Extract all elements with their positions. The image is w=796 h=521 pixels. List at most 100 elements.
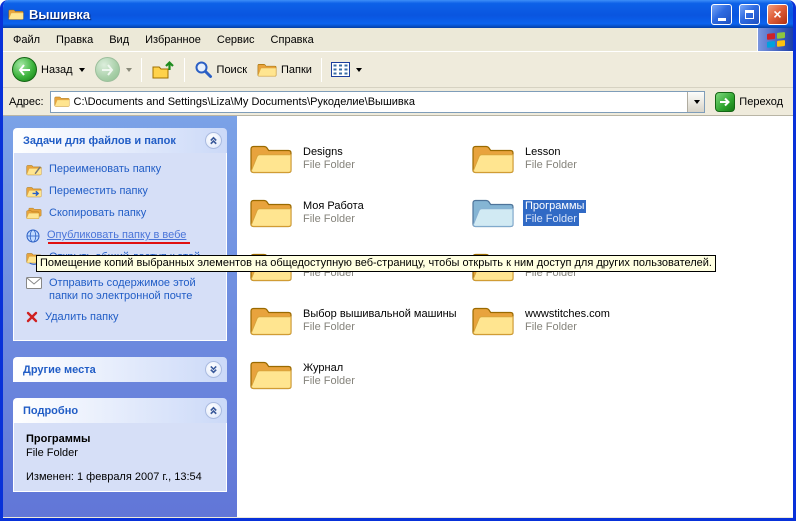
file-tasks-title: Задачи для файлов и папок <box>23 135 205 147</box>
address-dropdown-icon <box>694 100 700 104</box>
file-type: File Folder <box>301 159 357 172</box>
task-label: Переместить папку <box>49 185 148 198</box>
file-list-area: Designs File Folder Lesson File Folder <box>237 116 793 517</box>
window-title: Вышивка <box>29 7 704 22</box>
go-icon <box>715 92 735 112</box>
menu-item-view[interactable]: Вид <box>101 31 137 49</box>
go-button[interactable]: Переход <box>711 90 787 114</box>
details-header[interactable]: Подробно <box>13 398 227 423</box>
file-tile[interactable]: wwwstitches.com File Folder <box>471 294 693 348</box>
expand-button[interactable] <box>205 361 222 378</box>
file-tile[interactable]: Lesson File Folder <box>471 132 693 186</box>
folders-button[interactable]: Папки <box>252 59 317 81</box>
file-type: File Folder <box>523 321 579 334</box>
windows-flag-icon <box>766 32 786 48</box>
file-name: Designs <box>301 146 345 159</box>
toolbar-separator <box>184 58 185 82</box>
folder-icon <box>471 304 515 338</box>
folder-icon <box>249 358 293 392</box>
task-label: Опубликовать папку в вебе <box>47 229 186 242</box>
maximize-icon <box>745 10 754 19</box>
menu-item-favorites[interactable]: Избранное <box>137 31 209 49</box>
menu-item-help[interactable]: Справка <box>263 31 322 49</box>
toolbar-separator <box>321 58 322 82</box>
folders-icon <box>257 62 277 78</box>
collapse-button[interactable] <box>205 402 222 419</box>
folder-icon <box>249 196 293 230</box>
copy-folder-icon <box>26 207 42 221</box>
up-button[interactable] <box>146 56 180 84</box>
details-title: Подробно <box>23 405 205 417</box>
close-button[interactable]: × <box>767 4 788 25</box>
menu-item-edit[interactable]: Правка <box>48 31 101 49</box>
task-label: Отправить содержимое этой папки по элект… <box>49 277 201 303</box>
details-body: Программы File Folder Изменен: 1 февраля… <box>13 423 227 492</box>
up-folder-icon <box>151 59 175 81</box>
views-button[interactable] <box>326 59 367 80</box>
other-places-panel: Другие места <box>13 357 227 382</box>
titlebar[interactable]: Вышивка × <box>3 0 793 28</box>
collapse-button[interactable] <box>205 132 222 149</box>
file-type: File Folder <box>301 375 357 388</box>
back-icon <box>12 57 37 82</box>
file-name: Lesson <box>523 146 562 159</box>
views-icon <box>331 62 350 77</box>
file-tile-selected[interactable]: Программы File Folder <box>471 186 693 240</box>
forward-button[interactable] <box>90 54 137 85</box>
file-tasks-panel: Задачи для файлов и папок Переименовать … <box>13 128 227 341</box>
back-dropdown-icon <box>79 68 85 72</box>
file-tile-text: Моя Работа File Folder <box>301 200 366 226</box>
maximize-button[interactable] <box>739 4 760 25</box>
task-delete-folder[interactable]: Удалить папку <box>26 311 220 324</box>
task-email-folder[interactable]: Отправить содержимое этой папки по элект… <box>26 277 220 303</box>
back-button[interactable]: Назад <box>7 54 90 85</box>
task-pane: Задачи для файлов и папок Переименовать … <box>3 116 237 517</box>
file-tile[interactable]: Designs File Folder <box>249 132 471 186</box>
task-rename-folder[interactable]: Переименовать папку <box>26 163 220 177</box>
address-combo[interactable] <box>50 91 706 113</box>
file-name: Моя Работа <box>301 200 366 213</box>
file-type: File Folder <box>301 213 357 226</box>
folder-icon <box>249 142 293 176</box>
file-tasks-header[interactable]: Задачи для файлов и папок <box>13 128 227 153</box>
address-input[interactable] <box>74 96 684 108</box>
explorer-window: Вышивка × Файл Правка Вид Избранное Серв… <box>0 0 796 521</box>
search-button[interactable]: Поиск <box>189 57 252 82</box>
minimize-button[interactable] <box>711 4 732 25</box>
menu-item-tools[interactable]: Сервис <box>209 31 263 49</box>
windows-logo <box>757 28 793 51</box>
views-dropdown-icon <box>356 68 362 72</box>
email-folder-icon <box>26 277 42 289</box>
details-panel: Подробно Программы File Folder Изменен: … <box>13 398 227 492</box>
file-name: Журнал <box>301 362 345 375</box>
task-move-folder[interactable]: Переместить папку <box>26 185 220 199</box>
chevron-up-icon <box>209 406 218 415</box>
go-label: Переход <box>739 96 783 108</box>
other-places-title: Другие места <box>23 364 205 376</box>
task-publish-folder[interactable]: Опубликовать папку в вебе <box>26 229 220 243</box>
chevron-down-icon <box>209 365 218 374</box>
chevron-up-icon <box>209 136 218 145</box>
tooltip: Помещение копий выбранных элементов на о… <box>36 255 716 272</box>
file-tile-text: Программы File Folder <box>523 200 586 226</box>
file-name: wwwstitches.com <box>523 308 612 321</box>
search-icon <box>194 60 213 79</box>
folders-label: Папки <box>281 64 312 76</box>
file-tile-text: wwwstitches.com File Folder <box>523 308 612 334</box>
back-label: Назад <box>41 64 73 76</box>
toolbar: Назад Поиск <box>3 52 793 88</box>
address-folder-icon <box>54 95 70 108</box>
address-label: Адрес: <box>9 96 44 108</box>
file-tile[interactable]: Журнал File Folder <box>249 348 471 402</box>
file-tile-text: Журнал File Folder <box>301 362 357 388</box>
close-icon: × <box>773 7 781 21</box>
details-item-type: File Folder <box>26 447 220 459</box>
other-places-header[interactable]: Другие места <box>13 357 227 382</box>
task-copy-folder[interactable]: Скопировать папку <box>26 207 220 221</box>
rename-folder-icon <box>26 163 42 177</box>
file-tile[interactable]: Выбор вышивальной машины File Folder <box>249 294 471 348</box>
file-tile[interactable]: Моя Работа File Folder <box>249 186 471 240</box>
menu-item-file[interactable]: Файл <box>5 31 48 49</box>
address-dropdown-button[interactable] <box>687 92 704 112</box>
details-item-name: Программы <box>26 433 220 445</box>
